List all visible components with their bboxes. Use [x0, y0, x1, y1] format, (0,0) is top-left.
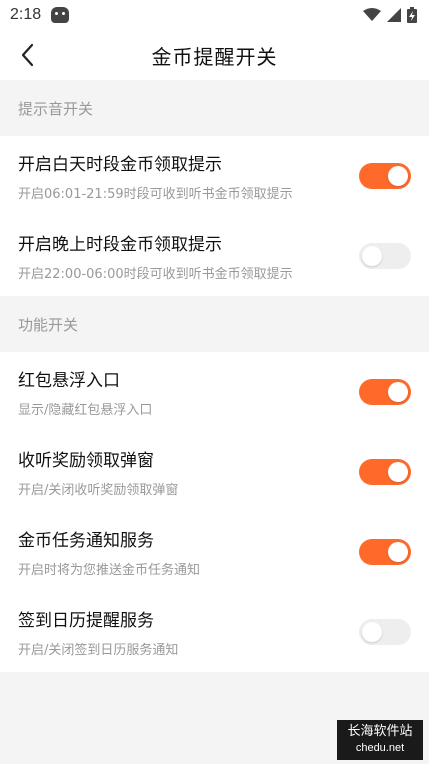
setting-row-red-packet-entry: 红包悬浮入口 显示/隐藏红包悬浮入口	[0, 352, 429, 432]
section-header-sound: 提示音开关	[0, 80, 429, 136]
watermark-url: chedu.net	[355, 742, 405, 754]
setting-title: 开启晚上时段金币领取提示	[18, 235, 222, 255]
setting-text: 开启晚上时段金币领取提示 开启22:00-06:00时段可收到听书金币领取提示	[18, 230, 293, 282]
setting-title: 签到日历提醒服务	[18, 611, 154, 631]
page-title: 金币提醒开关	[151, 44, 278, 69]
toggle-knob	[362, 246, 382, 266]
settings-group-sound: 开启白天时段金币领取提示 开启06:01-21:59时段可收到听书金币领取提示 …	[0, 136, 429, 296]
setting-subtitle: 开启时将为您推送金币任务通知	[18, 563, 201, 578]
setting-subtitle: 开启/关闭签到日历服务通知	[18, 643, 179, 658]
chevron-left-icon	[21, 43, 34, 67]
setting-row-daytime-reminder: 开启白天时段金币领取提示 开启06:01-21:59时段可收到听书金币领取提示	[0, 136, 429, 216]
wifi-icon	[363, 8, 381, 21]
app-notification-icon	[51, 7, 70, 23]
setting-title: 开启白天时段金币领取提示	[18, 155, 222, 175]
setting-row-listen-reward-popup: 收听奖励领取弹窗 开启/关闭收听奖励领取弹窗	[0, 432, 429, 512]
signal-icon	[387, 8, 401, 22]
watermark-name: 长海软件站	[347, 724, 413, 739]
status-time: 2:18	[10, 6, 42, 23]
back-button[interactable]	[12, 39, 44, 71]
status-bar: 2:18	[0, 0, 429, 30]
setting-text: 红包悬浮入口 显示/隐藏红包悬浮入口	[18, 366, 152, 418]
watermark: 长海软件站 chedu.net	[337, 720, 423, 760]
setting-subtitle: 显示/隐藏红包悬浮入口	[18, 403, 153, 418]
toggle-knob	[388, 382, 408, 402]
setting-text: 收听奖励领取弹窗 开启/关闭收听奖励领取弹窗	[18, 446, 178, 498]
toggle-knob	[388, 542, 408, 562]
setting-text: 金币任务通知服务 开启时将为您推送金币任务通知	[18, 526, 200, 578]
setting-title: 金币任务通知服务	[18, 531, 154, 551]
daytime-reminder-toggle[interactable]	[359, 163, 411, 189]
settings-group-features: 红包悬浮入口 显示/隐藏红包悬浮入口 收听奖励领取弹窗 开启/关闭收听奖励领取弹…	[0, 352, 429, 672]
checkin-calendar-toggle[interactable]	[359, 619, 411, 645]
red-packet-entry-toggle[interactable]	[359, 379, 411, 405]
night-reminder-toggle[interactable]	[359, 243, 411, 269]
status-icons	[363, 7, 417, 23]
toggle-knob	[388, 166, 408, 186]
setting-row-coin-task-notification: 金币任务通知服务 开启时将为您推送金币任务通知	[0, 512, 429, 592]
setting-title: 收听奖励领取弹窗	[18, 451, 154, 471]
header-bar: 金币提醒开关	[0, 30, 429, 80]
setting-text: 开启白天时段金币领取提示 开启06:01-21:59时段可收到听书金币领取提示	[18, 150, 293, 202]
battery-charging-icon	[407, 7, 417, 23]
setting-title: 红包悬浮入口	[18, 371, 120, 391]
toggle-knob	[362, 622, 382, 642]
coin-task-notification-toggle[interactable]	[359, 539, 411, 565]
setting-subtitle: 开启06:01-21:59时段可收到听书金币领取提示	[18, 187, 293, 202]
setting-row-night-reminder: 开启晚上时段金币领取提示 开启22:00-06:00时段可收到听书金币领取提示	[0, 216, 429, 296]
setting-text: 签到日历提醒服务 开启/关闭签到日历服务通知	[18, 606, 178, 658]
listen-reward-popup-toggle[interactable]	[359, 459, 411, 485]
section-header-features: 功能开关	[0, 296, 429, 352]
setting-subtitle: 开启22:00-06:00时段可收到听书金币领取提示	[18, 267, 293, 282]
setting-subtitle: 开启/关闭收听奖励领取弹窗	[18, 483, 179, 498]
toggle-knob	[388, 462, 408, 482]
setting-row-checkin-calendar: 签到日历提醒服务 开启/关闭签到日历服务通知	[0, 592, 429, 672]
